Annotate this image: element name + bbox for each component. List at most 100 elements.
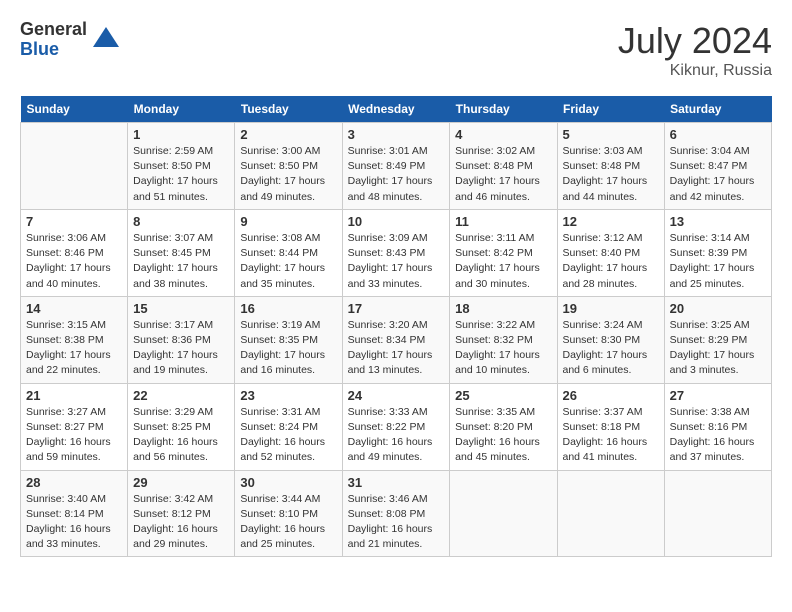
header-day-saturday: Saturday <box>664 96 771 123</box>
calendar-cell: 30 Sunrise: 3:44 AM Sunset: 8:10 PM Dayli… <box>235 470 342 557</box>
calendar-cell: 11Sunrise: 3:11 AM Sunset: 8:42 PM Dayli… <box>450 209 557 296</box>
logo-blue-text: Blue <box>20 40 87 60</box>
day-info: Sunrise: 3:11 AM Sunset: 8:42 PM Dayligh… <box>455 231 551 292</box>
day-number: 16 <box>240 301 336 316</box>
calendar-cell: 17 Sunrise: 3:20 AM Sunset: 8:34 PM Dayli… <box>342 296 450 383</box>
day-number: 22 <box>133 388 229 403</box>
calendar-location: Kiknur, Russia <box>618 62 772 80</box>
calendar-cell: 24 Sunrise: 3:33 AM Sunset: 8:22 PM Dayli… <box>342 383 450 470</box>
header-day-thursday: Thursday <box>450 96 557 123</box>
day-info: Sunrise: 3:00 AM Sunset: 8:50 PM Dayligh… <box>240 144 336 205</box>
calendar-cell: 10 Sunrise: 3:09 AM Sunset: 8:43 PM Dayli… <box>342 209 450 296</box>
day-number: 29 <box>133 475 229 490</box>
day-number: 31 <box>348 475 445 490</box>
day-number: 18 <box>455 301 551 316</box>
week-row-4: 21Sunrise: 3:27 AM Sunset: 8:27 PM Dayli… <box>21 383 772 470</box>
calendar-cell: 2 Sunrise: 3:00 AM Sunset: 8:50 PM Daylig… <box>235 123 342 210</box>
day-number: 4 <box>455 127 551 142</box>
logo: General Blue <box>20 20 121 60</box>
day-info: Sunrise: 3:08 AM Sunset: 8:44 PM Dayligh… <box>240 231 336 292</box>
calendar-cell: 16 Sunrise: 3:19 AM Sunset: 8:35 PM Dayli… <box>235 296 342 383</box>
calendar-cell: 6 Sunrise: 3:04 AM Sunset: 8:47 PM Daylig… <box>664 123 771 210</box>
day-info: Sunrise: 3:07 AM Sunset: 8:45 PM Dayligh… <box>133 231 229 292</box>
day-info: Sunrise: 3:06 AM Sunset: 8:46 PM Dayligh… <box>26 231 122 292</box>
calendar-cell: 9 Sunrise: 3:08 AM Sunset: 8:44 PM Daylig… <box>235 209 342 296</box>
day-number: 30 <box>240 475 336 490</box>
day-number: 13 <box>670 214 766 229</box>
day-number: 10 <box>348 214 445 229</box>
week-row-1: 1 Sunrise: 2:59 AM Sunset: 8:50 PM Daylig… <box>21 123 772 210</box>
calendar-cell: 3 Sunrise: 3:01 AM Sunset: 8:49 PM Daylig… <box>342 123 450 210</box>
day-info: Sunrise: 3:03 AM Sunset: 8:48 PM Dayligh… <box>563 144 659 205</box>
header-day-sunday: Sunday <box>21 96 128 123</box>
calendar-cell: 18 Sunrise: 3:22 AM Sunset: 8:32 PM Dayli… <box>450 296 557 383</box>
day-info: Sunrise: 3:40 AM Sunset: 8:14 PM Dayligh… <box>26 492 122 553</box>
day-number: 3 <box>348 127 445 142</box>
calendar-cell: 23Sunrise: 3:31 AM Sunset: 8:24 PM Dayli… <box>235 383 342 470</box>
calendar-cell: 7 Sunrise: 3:06 AM Sunset: 8:46 PM Daylig… <box>21 209 128 296</box>
day-number: 19 <box>563 301 659 316</box>
day-info: Sunrise: 3:46 AM Sunset: 8:08 PM Dayligh… <box>348 492 445 553</box>
calendar-cell <box>664 470 771 557</box>
week-row-3: 14 Sunrise: 3:15 AM Sunset: 8:38 PM Dayli… <box>21 296 772 383</box>
day-info: Sunrise: 3:09 AM Sunset: 8:43 PM Dayligh… <box>348 231 445 292</box>
header-day-tuesday: Tuesday <box>235 96 342 123</box>
day-number: 25 <box>455 388 551 403</box>
header-day-friday: Friday <box>557 96 664 123</box>
calendar-cell <box>21 123 128 210</box>
calendar-cell: 13 Sunrise: 3:14 AM Sunset: 8:39 PM Dayli… <box>664 209 771 296</box>
calendar-cell: 14 Sunrise: 3:15 AM Sunset: 8:38 PM Dayli… <box>21 296 128 383</box>
calendar-cell: 19 Sunrise: 3:24 AM Sunset: 8:30 PM Dayli… <box>557 296 664 383</box>
day-info: Sunrise: 3:04 AM Sunset: 8:47 PM Dayligh… <box>670 144 766 205</box>
day-number: 23 <box>240 388 336 403</box>
day-info: Sunrise: 3:27 AM Sunset: 8:27 PM Dayligh… <box>26 405 122 466</box>
logo-icon <box>91 25 121 55</box>
header-day-monday: Monday <box>128 96 235 123</box>
day-number: 1 <box>133 127 229 142</box>
calendar-header-row: SundayMondayTuesdayWednesdayThursdayFrid… <box>21 96 772 123</box>
calendar-cell: 1 Sunrise: 2:59 AM Sunset: 8:50 PM Daylig… <box>128 123 235 210</box>
day-info: Sunrise: 3:20 AM Sunset: 8:34 PM Dayligh… <box>348 318 445 379</box>
calendar-cell: 25 Sunrise: 3:35 AM Sunset: 8:20 PM Dayli… <box>450 383 557 470</box>
day-number: 2 <box>240 127 336 142</box>
week-row-2: 7 Sunrise: 3:06 AM Sunset: 8:46 PM Daylig… <box>21 209 772 296</box>
day-number: 15 <box>133 301 229 316</box>
day-info: Sunrise: 3:17 AM Sunset: 8:36 PM Dayligh… <box>133 318 229 379</box>
header-day-wednesday: Wednesday <box>342 96 450 123</box>
day-number: 8 <box>133 214 229 229</box>
calendar-cell: 22Sunrise: 3:29 AM Sunset: 8:25 PM Dayli… <box>128 383 235 470</box>
calendar-cell: 12Sunrise: 3:12 AM Sunset: 8:40 PM Dayli… <box>557 209 664 296</box>
day-info: Sunrise: 3:24 AM Sunset: 8:30 PM Dayligh… <box>563 318 659 379</box>
day-info: Sunrise: 3:19 AM Sunset: 8:35 PM Dayligh… <box>240 318 336 379</box>
day-info: Sunrise: 3:14 AM Sunset: 8:39 PM Dayligh… <box>670 231 766 292</box>
title-block: July 2024 Kiknur, Russia <box>618 20 772 80</box>
calendar-cell: 28Sunrise: 3:40 AM Sunset: 8:14 PM Dayli… <box>21 470 128 557</box>
day-info: Sunrise: 3:37 AM Sunset: 8:18 PM Dayligh… <box>563 405 659 466</box>
day-info: Sunrise: 3:22 AM Sunset: 8:32 PM Dayligh… <box>455 318 551 379</box>
day-number: 6 <box>670 127 766 142</box>
day-number: 27 <box>670 388 766 403</box>
day-info: Sunrise: 3:35 AM Sunset: 8:20 PM Dayligh… <box>455 405 551 466</box>
day-info: Sunrise: 3:15 AM Sunset: 8:38 PM Dayligh… <box>26 318 122 379</box>
calendar-cell: 31 Sunrise: 3:46 AM Sunset: 8:08 PM Dayli… <box>342 470 450 557</box>
calendar-cell <box>450 470 557 557</box>
day-number: 24 <box>348 388 445 403</box>
day-info: Sunrise: 3:42 AM Sunset: 8:12 PM Dayligh… <box>133 492 229 553</box>
day-info: Sunrise: 3:44 AM Sunset: 8:10 PM Dayligh… <box>240 492 336 553</box>
day-number: 5 <box>563 127 659 142</box>
calendar-cell: 8 Sunrise: 3:07 AM Sunset: 8:45 PM Daylig… <box>128 209 235 296</box>
day-info: Sunrise: 3:33 AM Sunset: 8:22 PM Dayligh… <box>348 405 445 466</box>
day-number: 9 <box>240 214 336 229</box>
day-number: 14 <box>26 301 122 316</box>
calendar-body: 1 Sunrise: 2:59 AM Sunset: 8:50 PM Daylig… <box>21 123 772 557</box>
day-number: 7 <box>26 214 122 229</box>
day-number: 26 <box>563 388 659 403</box>
day-number: 12 <box>563 214 659 229</box>
day-info: Sunrise: 3:01 AM Sunset: 8:49 PM Dayligh… <box>348 144 445 205</box>
day-number: 17 <box>348 301 445 316</box>
page-header: General Blue July 2024 Kiknur, Russia <box>20 20 772 80</box>
calendar-cell: 27Sunrise: 3:38 AM Sunset: 8:16 PM Dayli… <box>664 383 771 470</box>
day-info: Sunrise: 2:59 AM Sunset: 8:50 PM Dayligh… <box>133 144 229 205</box>
calendar-cell: 4Sunrise: 3:02 AM Sunset: 8:48 PM Daylig… <box>450 123 557 210</box>
logo-general-text: General <box>20 20 87 40</box>
